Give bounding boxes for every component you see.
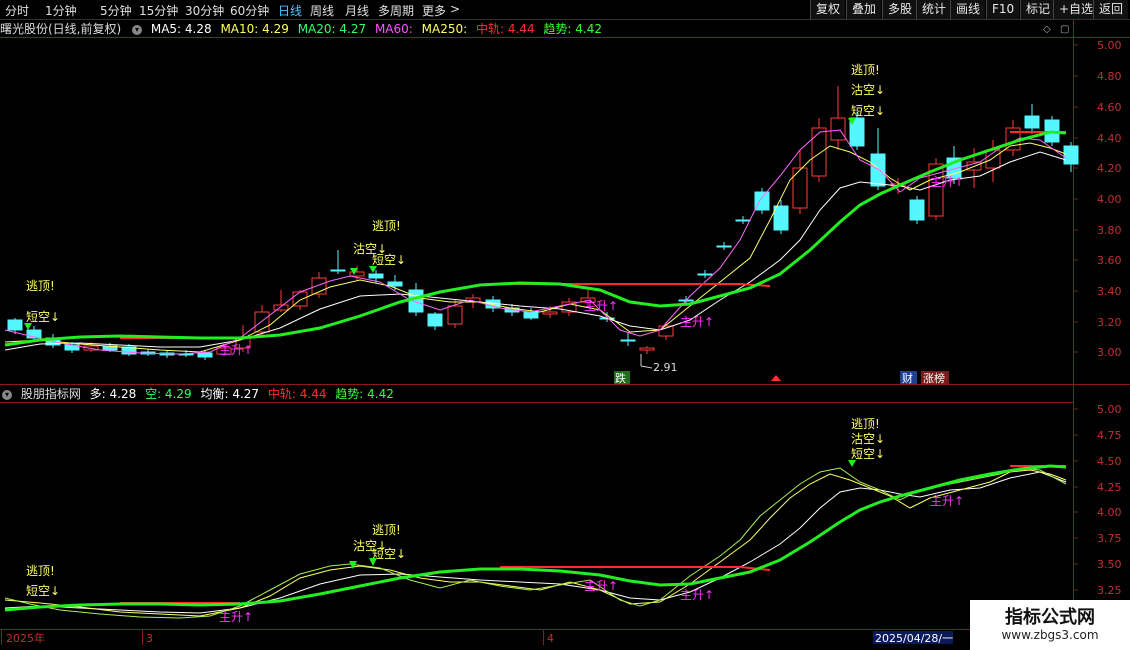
sub-annotation-zhusheng: 主升↑	[584, 579, 618, 593]
junheng-line	[4, 467, 1067, 619]
candle-body[interactable]	[909, 199, 925, 221]
candle-body[interactable]	[273, 304, 289, 311]
date-year: 2025年	[6, 631, 45, 645]
candle-body[interactable]	[773, 205, 789, 231]
candle-body[interactable]	[7, 319, 23, 331]
chart-canvas[interactable]: 5.00 4.80 4.60 4.40 4.20 4.00 3.80 3.60 …	[0, 0, 1130, 650]
candle-body[interactable]	[387, 281, 403, 287]
candle-body[interactable]	[811, 127, 827, 177]
low-price-label: 2.91	[653, 361, 678, 374]
sub-tick: 3.75	[1097, 532, 1122, 545]
price-tick: 4.00	[1097, 193, 1122, 206]
candle-body[interactable]	[620, 339, 636, 342]
down-arrow-icon	[24, 323, 32, 330]
sub-annotation-duankong: 短空↓	[372, 547, 406, 561]
sub-annotation-gukong: 沽空↓	[851, 432, 885, 446]
date-month-4: 4	[547, 632, 554, 645]
sub-annotation-zhusheng: 主升↑	[680, 588, 714, 602]
price-tick: 3.60	[1097, 254, 1122, 267]
sub-annotation-duankong: 短空↓	[851, 447, 885, 461]
candle-body[interactable]	[754, 191, 770, 211]
sub-tick: 4.25	[1097, 481, 1122, 494]
current-date: 2025/04/28/一	[875, 632, 953, 645]
annotation-taoding: 逃顶!	[851, 63, 880, 77]
sub-tick: 3.25	[1097, 584, 1122, 597]
candle-body[interactable]	[197, 352, 213, 358]
price-tick: 3.00	[1097, 346, 1122, 359]
candle-body[interactable]	[870, 153, 886, 187]
annotation-zhusheng: 主升↑	[930, 175, 964, 189]
price-tick: 3.20	[1097, 316, 1122, 329]
candle-body[interactable]	[349, 271, 365, 277]
sub-tick: 4.75	[1097, 429, 1122, 442]
price-tick: 5.00	[1097, 39, 1122, 52]
candle-body[interactable]	[1063, 145, 1079, 165]
watermark-url: www.zbgs3.com	[1001, 628, 1099, 642]
sub-indicator-lines	[4, 464, 1067, 619]
badge-zhangbang[interactable]: 涨榜	[923, 371, 945, 385]
candle-body[interactable]	[447, 305, 463, 325]
sub-annotation-duankong: 短空↓	[26, 584, 60, 598]
candle-body[interactable]	[735, 219, 751, 222]
candle-body[interactable]	[408, 289, 424, 313]
candle-body[interactable]	[792, 167, 808, 209]
price-tick: 4.80	[1097, 70, 1122, 83]
main-indicator-lines	[4, 129, 1067, 355]
kong-line	[4, 469, 1067, 617]
watermark-title: 指标公式网	[1005, 607, 1095, 628]
price-tick: 4.40	[1097, 132, 1122, 145]
sub-tick: 4.00	[1097, 506, 1122, 519]
price-tick: 4.60	[1097, 101, 1122, 114]
watermark: 指标公式网 www.zbgs3.com	[970, 600, 1130, 650]
candle-body[interactable]	[639, 347, 655, 351]
price-tick: 3.40	[1097, 285, 1122, 298]
badge-cai[interactable]: 财	[902, 371, 913, 385]
annotation-zhusheng: 主升↑	[584, 299, 618, 313]
sub-qushi-line	[4, 464, 1067, 612]
candle-body[interactable]	[1024, 115, 1040, 129]
sub-price-axis: 5.00 4.75 4.50 4.25 4.00 3.75 3.50 3.25	[1073, 403, 1122, 597]
sub-tick: 3.50	[1097, 558, 1122, 571]
price-tick: 3.80	[1097, 224, 1122, 237]
candle-body[interactable]	[427, 313, 443, 327]
candle-body[interactable]	[330, 269, 346, 272]
candle-body[interactable]	[830, 117, 846, 141]
ma10-line	[4, 142, 1067, 353]
candle-body[interactable]	[716, 245, 732, 248]
sub-annotation-zhusheng: 主升↑	[219, 610, 253, 624]
date-axis: 2025年 3 4 2025/04/28/一	[1, 630, 953, 645]
annotation-duankong: 短空↓	[372, 253, 406, 267]
candle-body[interactable]	[542, 311, 558, 315]
candle-body[interactable]	[523, 311, 539, 319]
candle-body[interactable]	[697, 273, 713, 276]
annotation-taoding: 逃顶!	[372, 219, 401, 233]
ma5-line	[4, 129, 1067, 355]
down-arrow-icon	[848, 460, 856, 467]
sub-annotation-zhusheng: 主升↑	[930, 494, 964, 508]
annotation-zhusheng: 主升↑	[680, 315, 714, 329]
candle-body[interactable]	[368, 273, 384, 279]
sub-annotation-taoding: 逃顶!	[26, 564, 55, 578]
annotation-zhusheng: 主升↑	[219, 343, 253, 357]
up-marker-icon	[771, 375, 781, 381]
sub-tick: 4.50	[1097, 455, 1122, 468]
date-month-3: 3	[146, 632, 153, 645]
candlestick-series[interactable]	[7, 86, 1079, 360]
annotation-gukong: 沽空↓	[851, 83, 885, 97]
sub-tick: 5.00	[1097, 403, 1122, 416]
annotation-duankong: 短空↓	[26, 310, 60, 324]
annotation-taoding: 逃顶!	[26, 279, 55, 293]
down-arrow-icon	[369, 558, 377, 566]
sub-annotation-taoding: 逃顶!	[851, 417, 880, 431]
badge-die[interactable]: 跌	[615, 371, 626, 385]
sub-annotation-taoding: 逃顶!	[372, 523, 401, 537]
annotation-duankong: 短空↓	[851, 104, 885, 118]
main-price-axis: 5.00 4.80 4.60 4.40 4.20 4.00 3.80 3.60 …	[1073, 39, 1122, 359]
main-annotations: 逃顶! 短空↓ 逃顶! 沽空↓ 短空↓ 逃顶! 沽空↓ 短空↓ 主升↑ 主升↑ …	[24, 63, 964, 374]
price-tick: 4.20	[1097, 162, 1122, 175]
sub-annotations: 逃顶! 短空↓ 逃顶! 沽空↓ 短空↓ 逃顶! 沽空↓ 短空↓ 主升↑ 主升↑ …	[26, 417, 964, 624]
